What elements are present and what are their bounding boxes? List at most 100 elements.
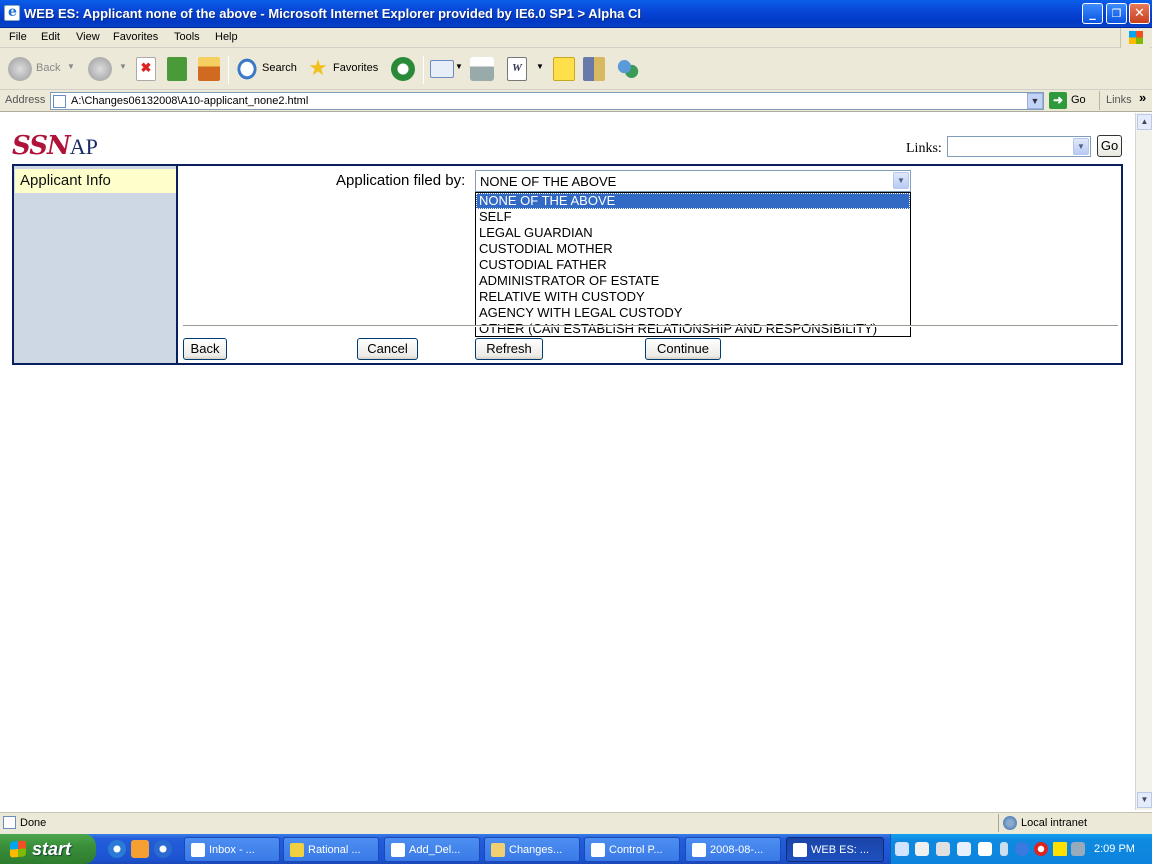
task-label: Rational ... (308, 844, 361, 856)
address-go-button[interactable]: Go (1071, 94, 1086, 106)
word-icon (391, 843, 405, 857)
status-text: Done (20, 817, 47, 829)
forward-dropdown-icon[interactable]: ▼ (119, 62, 127, 71)
go-arrow-icon[interactable]: ➜ (1049, 92, 1067, 109)
tray-help-icon[interactable] (978, 842, 992, 856)
vertical-scrollbar[interactable]: ▲ ▼ (1135, 113, 1152, 810)
quicklaunch-browser-icon[interactable] (154, 840, 172, 858)
option-administrator-of-estate[interactable]: ADMINISTRATOR OF ESTATE (476, 273, 910, 289)
form-divider (183, 325, 1118, 327)
option-other[interactable]: OTHER (CAN ESTABLISH RELATIONSHIP AND RE… (476, 321, 910, 337)
edit-dropdown-icon[interactable]: ▼ (536, 62, 544, 71)
print-icon[interactable] (470, 57, 494, 81)
chevron-down-icon[interactable]: ▼ (893, 172, 909, 189)
option-none-of-the-above[interactable]: NONE OF THE ABOVE (476, 193, 910, 209)
messenger-icon[interactable] (616, 57, 640, 81)
discuss-note-icon[interactable] (553, 57, 575, 81)
research-icon[interactable] (583, 57, 605, 81)
option-custodial-father[interactable]: CUSTODIAL FATHER (476, 257, 910, 273)
tray-tool-icon[interactable] (895, 842, 909, 856)
refresh-icon[interactable] (167, 57, 187, 81)
tray-back-icon[interactable] (1015, 842, 1029, 856)
forward-arrow-icon[interactable] (88, 57, 112, 81)
security-zone: Local intranet (998, 814, 1134, 832)
taskbar-item-2008-08[interactable]: 2008-08-... (685, 837, 781, 862)
logo-ssn: SSN (12, 131, 71, 161)
tray-keyboard-icon[interactable] (915, 842, 929, 856)
toolbar-separator (423, 56, 424, 84)
chevron-down-icon[interactable]: ▼ (1073, 138, 1089, 155)
links-toolbar-label[interactable]: Links (1106, 94, 1132, 106)
links-select[interactable]: ▼ (947, 136, 1091, 157)
back-dropdown-icon[interactable]: ▼ (67, 62, 75, 71)
minimize-button[interactable]: _ (1082, 3, 1103, 24)
tray-pen-icon[interactable] (936, 842, 950, 856)
tray-arrows-icon[interactable] (1000, 842, 1008, 856)
rational-icon (290, 843, 304, 857)
side-panel (14, 166, 178, 363)
search-icon[interactable] (236, 57, 258, 81)
refresh-button[interactable]: Refresh (475, 338, 543, 360)
sidebar-item-applicant-info[interactable]: Applicant Info (15, 169, 176, 193)
menu-bar: File Edit View Favorites Tools Help (0, 28, 1152, 48)
option-self[interactable]: SELF (476, 209, 910, 225)
tray-check-icon[interactable] (957, 842, 971, 856)
mail-icon[interactable] (430, 60, 454, 78)
taskbar-item-rational[interactable]: Rational ... (283, 837, 379, 862)
back-arrow-icon[interactable] (8, 57, 32, 81)
scroll-up-icon[interactable]: ▲ (1137, 114, 1152, 130)
application-filed-by-select[interactable]: NONE OF THE ABOVE ▼ (475, 170, 911, 192)
option-legal-guardian[interactable]: LEGAL GUARDIAN (476, 225, 910, 241)
menu-view[interactable]: View (76, 31, 100, 43)
continue-button[interactable]: Continue (645, 338, 721, 360)
mail-dropdown-icon[interactable]: ▼ (455, 62, 463, 71)
option-relative-with-custody[interactable]: RELATIVE WITH CUSTODY (476, 289, 910, 305)
taskbar-item-inbox[interactable]: Inbox - ... (184, 837, 280, 862)
menu-help[interactable]: Help (215, 31, 238, 43)
back-button[interactable]: Back (36, 62, 60, 74)
menu-favorites[interactable]: Favorites (113, 31, 158, 43)
home-icon[interactable] (198, 57, 220, 81)
scroll-down-icon[interactable]: ▼ (1137, 792, 1152, 808)
taskbar-item-web-es[interactable]: WEB ES: ... (786, 837, 884, 862)
ssnap-logo: SSNAP (12, 131, 98, 161)
close-button[interactable]: ✕ (1129, 3, 1150, 24)
quicklaunch-ie-icon[interactable] (108, 840, 126, 858)
tray-note-icon[interactable] (1053, 842, 1067, 856)
links-chevron-icon[interactable]: » (1139, 90, 1146, 105)
toolbar: Back ▼ ▼ ✖ Search ★ Favorites ▼ W ▼ (0, 48, 1152, 90)
taskbar-item-changes[interactable]: Changes... (484, 837, 580, 862)
tray-network-icon[interactable] (1071, 842, 1085, 856)
toolbar-separator (228, 56, 229, 84)
address-input[interactable]: A:\Changes06132008\A10-applicant_none2.h… (50, 92, 1044, 110)
favorites-button[interactable]: Favorites (333, 62, 378, 74)
intranet-globe-icon (1003, 816, 1017, 830)
cancel-button[interactable]: Cancel (357, 338, 418, 360)
menu-edit[interactable]: Edit (41, 31, 60, 43)
filed-by-options-list[interactable]: NONE OF THE ABOVE SELF LEGAL GUARDIAN CU… (475, 192, 911, 337)
task-label: Inbox - ... (209, 844, 255, 856)
quicklaunch-outlook-icon[interactable] (131, 840, 149, 858)
option-agency-with-legal-custody[interactable]: AGENCY WITH LEGAL CUSTODY (476, 305, 910, 321)
option-custodial-mother[interactable]: CUSTODIAL MOTHER (476, 241, 910, 257)
menu-tools[interactable]: Tools (174, 31, 200, 43)
favorites-star-icon[interactable]: ★ (306, 57, 330, 81)
ie-icon (793, 843, 807, 857)
address-dropdown-icon[interactable]: ▼ (1027, 93, 1043, 109)
search-button[interactable]: Search (262, 62, 297, 74)
page-done-icon (3, 816, 16, 829)
taskbar-item-add-del[interactable]: Add_Del... (384, 837, 480, 862)
menu-file[interactable]: File (9, 31, 27, 43)
ie-icon[interactable] (4, 4, 20, 21)
taskbar-item-control-panel[interactable]: Control P... (584, 837, 680, 862)
history-icon[interactable] (391, 57, 415, 81)
task-label: WEB ES: ... (811, 844, 870, 856)
maximize-button[interactable]: ❐ (1106, 3, 1127, 24)
tray-antivirus-icon[interactable] (1034, 842, 1048, 856)
stop-icon[interactable]: ✖ (136, 57, 156, 81)
edit-word-icon[interactable]: W (507, 57, 527, 81)
back-button[interactable]: Back (183, 338, 227, 360)
links-go-button[interactable]: Go (1097, 135, 1122, 157)
logo-ap: AP (69, 134, 98, 159)
start-button[interactable]: start (0, 834, 96, 864)
